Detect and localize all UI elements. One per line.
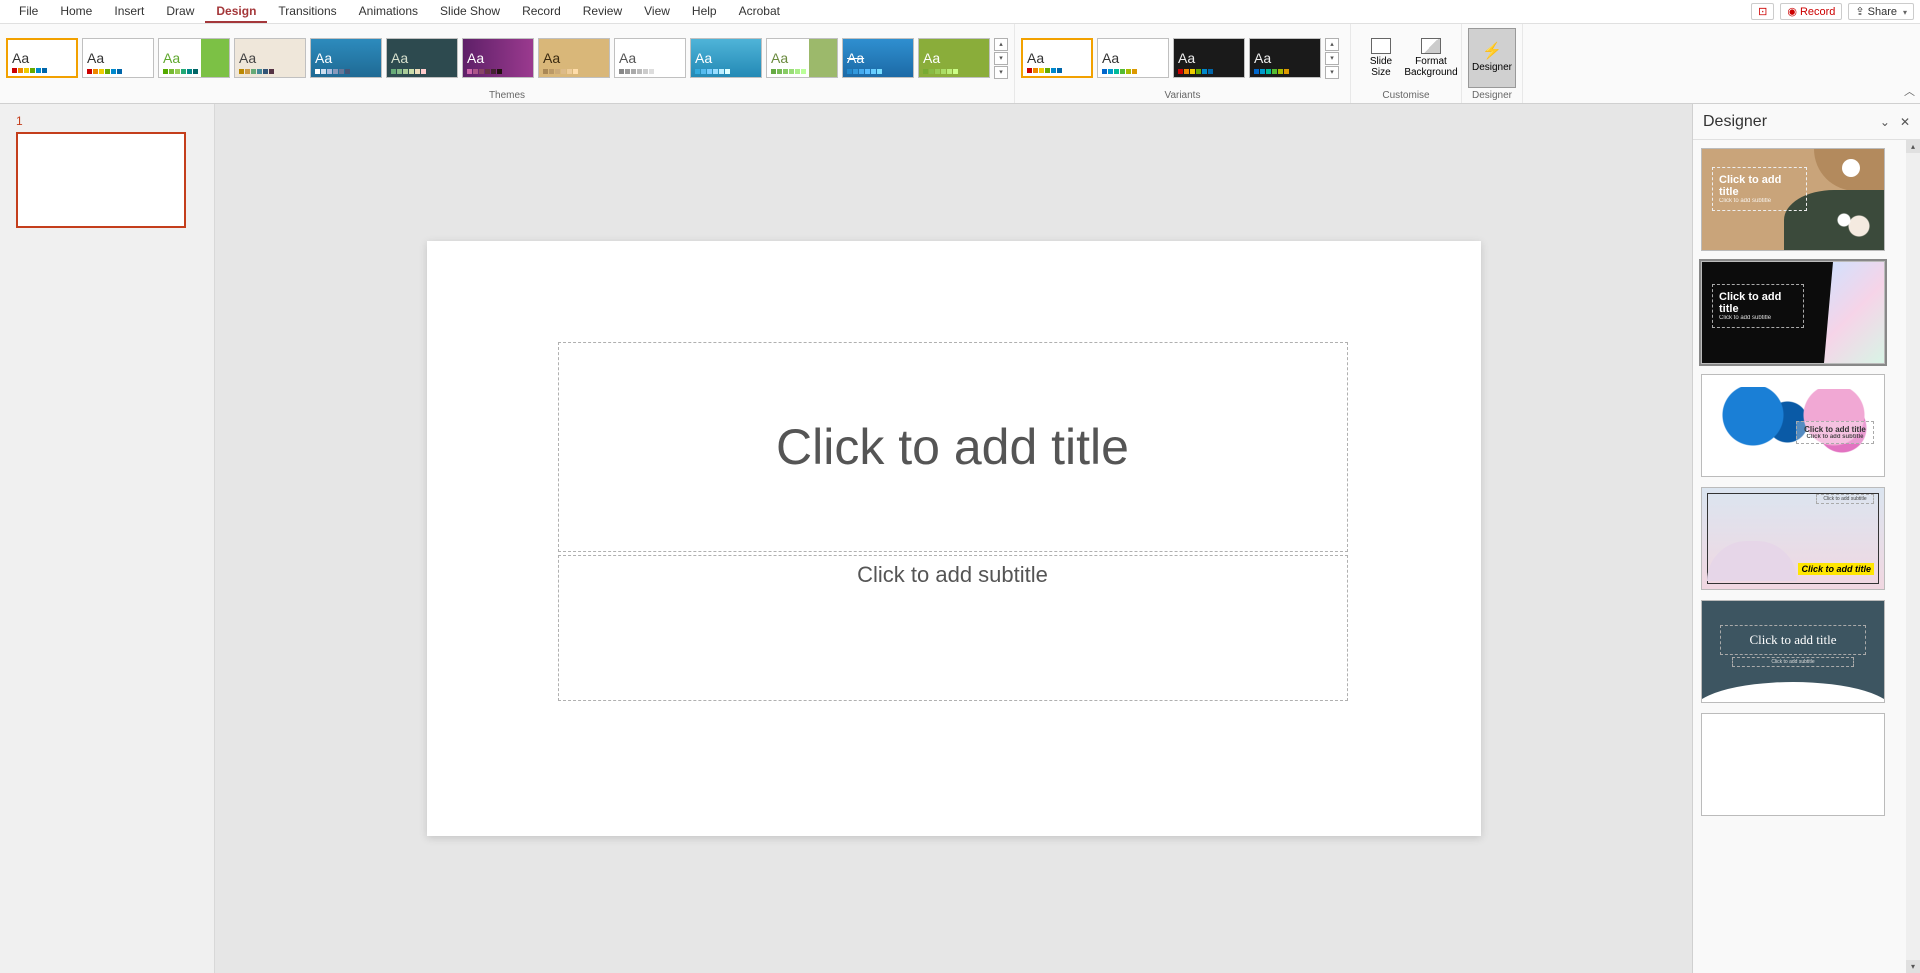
design-idea-5[interactable]: Click to add title Click to add subtitle	[1701, 600, 1885, 703]
scroll-down-button[interactable]: ▾	[1906, 960, 1920, 973]
theme-thumb[interactable]: Aa	[386, 38, 458, 78]
ribbon-collapse-button[interactable]: ︿	[1904, 83, 1915, 99]
themes-scroll-button[interactable]: ▾	[994, 52, 1008, 65]
menu-home[interactable]: Home	[49, 1, 103, 23]
slide-size-icon	[1371, 38, 1391, 54]
theme-thumb[interactable]: Aa	[6, 38, 78, 78]
slide-size-button[interactable]: Slide Size	[1357, 28, 1405, 88]
theme-thumb[interactable]: Aa	[158, 38, 230, 78]
menu-help[interactable]: Help	[681, 1, 728, 23]
title-placeholder[interactable]: Click to add title	[558, 342, 1348, 552]
slide-number: 1	[16, 114, 23, 128]
theme-thumb[interactable]: Aa	[462, 38, 534, 78]
customise-group-label: Customise	[1357, 88, 1455, 103]
subtitle-placeholder[interactable]: Click to add subtitle	[558, 555, 1348, 701]
themes-more-button[interactable]: ▾	[994, 66, 1008, 79]
variants-group-label: Variants	[1021, 88, 1344, 103]
variants-more-button[interactable]: ▾	[1325, 66, 1339, 79]
slide-thumbnails-panel: 1	[0, 104, 215, 973]
designer-icon: ⚡	[1482, 43, 1502, 61]
designer-button[interactable]: ⚡ Designer	[1468, 28, 1516, 88]
theme-thumb[interactable]: Aa	[310, 38, 382, 78]
format-bg-icon	[1421, 38, 1441, 54]
menu-draw[interactable]: Draw	[155, 1, 205, 23]
theme-thumb[interactable]: Aa	[918, 38, 990, 78]
record-icon: ◉	[1787, 5, 1797, 18]
theme-thumb[interactable]: Aa	[766, 38, 838, 78]
share-icon: ⇪	[1855, 5, 1864, 18]
design-idea-3[interactable]: Click to add titleClick to add subtitle	[1701, 374, 1885, 477]
slide-thumbnail-1[interactable]	[16, 132, 186, 228]
format-background-button[interactable]: Format Background	[1407, 28, 1455, 88]
pane-dropdown-button[interactable]: ⌄	[1880, 115, 1890, 129]
title-placeholder-text: Click to add title	[776, 418, 1129, 476]
menu-acrobat[interactable]: Acrobat	[728, 1, 791, 23]
menu-review[interactable]: Review	[572, 1, 633, 23]
variant-thumb[interactable]: Aa	[1021, 38, 1093, 78]
slide: Click to add title Click to add subtitle	[427, 241, 1481, 836]
design-idea-6[interactable]	[1701, 713, 1885, 816]
record-button[interactable]: ◉Record	[1780, 3, 1842, 20]
menu-design[interactable]: Design	[205, 1, 267, 23]
theme-thumb[interactable]: Aa	[614, 38, 686, 78]
variant-thumb[interactable]: Aa	[1173, 38, 1245, 78]
variant-thumb[interactable]: Aa	[1097, 38, 1169, 78]
menu-record[interactable]: Record	[511, 1, 572, 23]
theme-thumb[interactable]: Aa	[82, 38, 154, 78]
slide-canvas-area[interactable]: Click to add title Click to add subtitle	[215, 104, 1692, 973]
theme-thumb[interactable]: Aa	[538, 38, 610, 78]
ribbon: AaAaAaAaAaAaAaAaAaAaAaAaAa▴▾▾ Themes AaA…	[0, 24, 1920, 104]
comment-icon: ⊡	[1758, 5, 1767, 18]
designer-pane: Designer ⌄ ✕ Click to add titleClick to …	[1692, 104, 1920, 973]
themes-scroll-button[interactable]: ▴	[994, 38, 1008, 51]
pane-close-button[interactable]: ✕	[1900, 115, 1910, 129]
theme-thumb[interactable]: Aa	[690, 38, 762, 78]
menu-slide-show[interactable]: Slide Show	[429, 1, 511, 23]
menu-view[interactable]: View	[633, 1, 681, 23]
designer-group-label: Designer	[1468, 88, 1516, 103]
theme-thumb[interactable]: Aa	[234, 38, 306, 78]
scroll-up-button[interactable]: ▴	[1906, 140, 1920, 153]
menu-file[interactable]: File	[8, 1, 49, 23]
share-button[interactable]: ⇪Share	[1848, 3, 1914, 20]
themes-group-label: Themes	[6, 88, 1008, 103]
design-idea-2[interactable]: Click to add titleClick to add subtitle	[1701, 261, 1885, 364]
theme-thumb[interactable]: Aa	[842, 38, 914, 78]
designer-pane-title: Designer	[1703, 113, 1767, 131]
designer-scrollbar[interactable]: ▴ ▾	[1906, 140, 1920, 973]
menu-bar: FileHomeInsertDrawDesignTransitionsAnima…	[0, 0, 1920, 24]
comments-button[interactable]: ⊡	[1751, 3, 1774, 20]
variant-thumb[interactable]: Aa	[1249, 38, 1321, 78]
design-idea-1[interactable]: Click to add titleClick to add subtitle	[1701, 148, 1885, 251]
menu-transitions[interactable]: Transitions	[267, 1, 347, 23]
menu-insert[interactable]: Insert	[103, 1, 155, 23]
variants-scroll-button[interactable]: ▾	[1325, 52, 1339, 65]
menu-animations[interactable]: Animations	[348, 1, 429, 23]
subtitle-placeholder-text: Click to add subtitle	[857, 562, 1048, 588]
variants-scroll-button[interactable]: ▴	[1325, 38, 1339, 51]
design-idea-4[interactable]: Click to add subtitle Click to add title	[1701, 487, 1885, 590]
chevron-down-icon	[1900, 6, 1907, 18]
